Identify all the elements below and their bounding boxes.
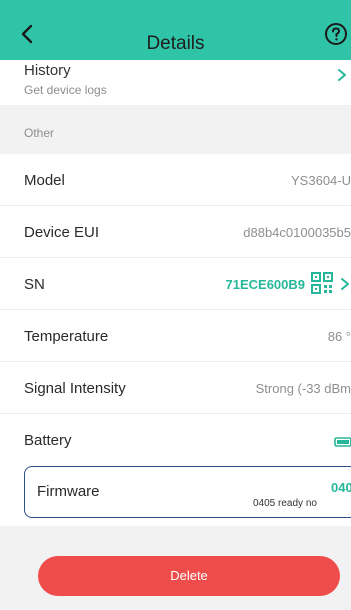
- sn-value: 71ECE600B9: [225, 277, 306, 292]
- model-row: Model YS3604-U: [0, 154, 351, 206]
- firmware-label: Firmware: [37, 483, 100, 500]
- model-label: Model: [24, 172, 65, 189]
- help-circle-icon[interactable]: [322, 20, 350, 48]
- chevron-right-icon: [341, 278, 349, 290]
- temperature-row: Temperature 86 °: [0, 310, 351, 362]
- section-other-label: Other: [24, 126, 55, 140]
- eui-value: d88b4c0100035b5: [243, 225, 351, 240]
- firmware-update-note: 0405 ready no: [253, 498, 317, 509]
- eui-label: Device EUI: [24, 224, 100, 241]
- sn-label: SN: [24, 276, 45, 293]
- delete-button[interactable]: Delete: [38, 556, 340, 596]
- temperature-label: Temperature: [24, 328, 109, 345]
- eui-row: Device EUI d88b4c0100035b5: [0, 206, 351, 258]
- sn-row[interactable]: SN 71ECE600B9: [0, 258, 351, 310]
- signal-label: Signal Intensity: [24, 380, 126, 397]
- battery-row: Battery: [0, 414, 351, 466]
- qr-code-icon[interactable]: [311, 272, 333, 294]
- signal-value: Strong (-33 dBm: [255, 381, 351, 396]
- model-value: YS3604-U: [291, 173, 351, 188]
- history-sub: Get device logs: [24, 83, 107, 97]
- battery-icon: [334, 437, 351, 447]
- history-label: History: [24, 62, 71, 79]
- chevron-right-icon: [338, 69, 346, 81]
- page-title: Details: [146, 33, 205, 54]
- firmware-version: 040: [331, 480, 351, 495]
- firmware-row[interactable]: Firmware 040 0405 ready no: [24, 466, 351, 518]
- signal-row: Signal Intensity Strong (-33 dBm: [0, 362, 351, 414]
- header-bar: Details: [0, 0, 351, 60]
- battery-label: Battery: [24, 432, 72, 449]
- temperature-value: 86 °: [327, 329, 351, 344]
- history-row[interactable]: History Get device logs: [0, 60, 351, 105]
